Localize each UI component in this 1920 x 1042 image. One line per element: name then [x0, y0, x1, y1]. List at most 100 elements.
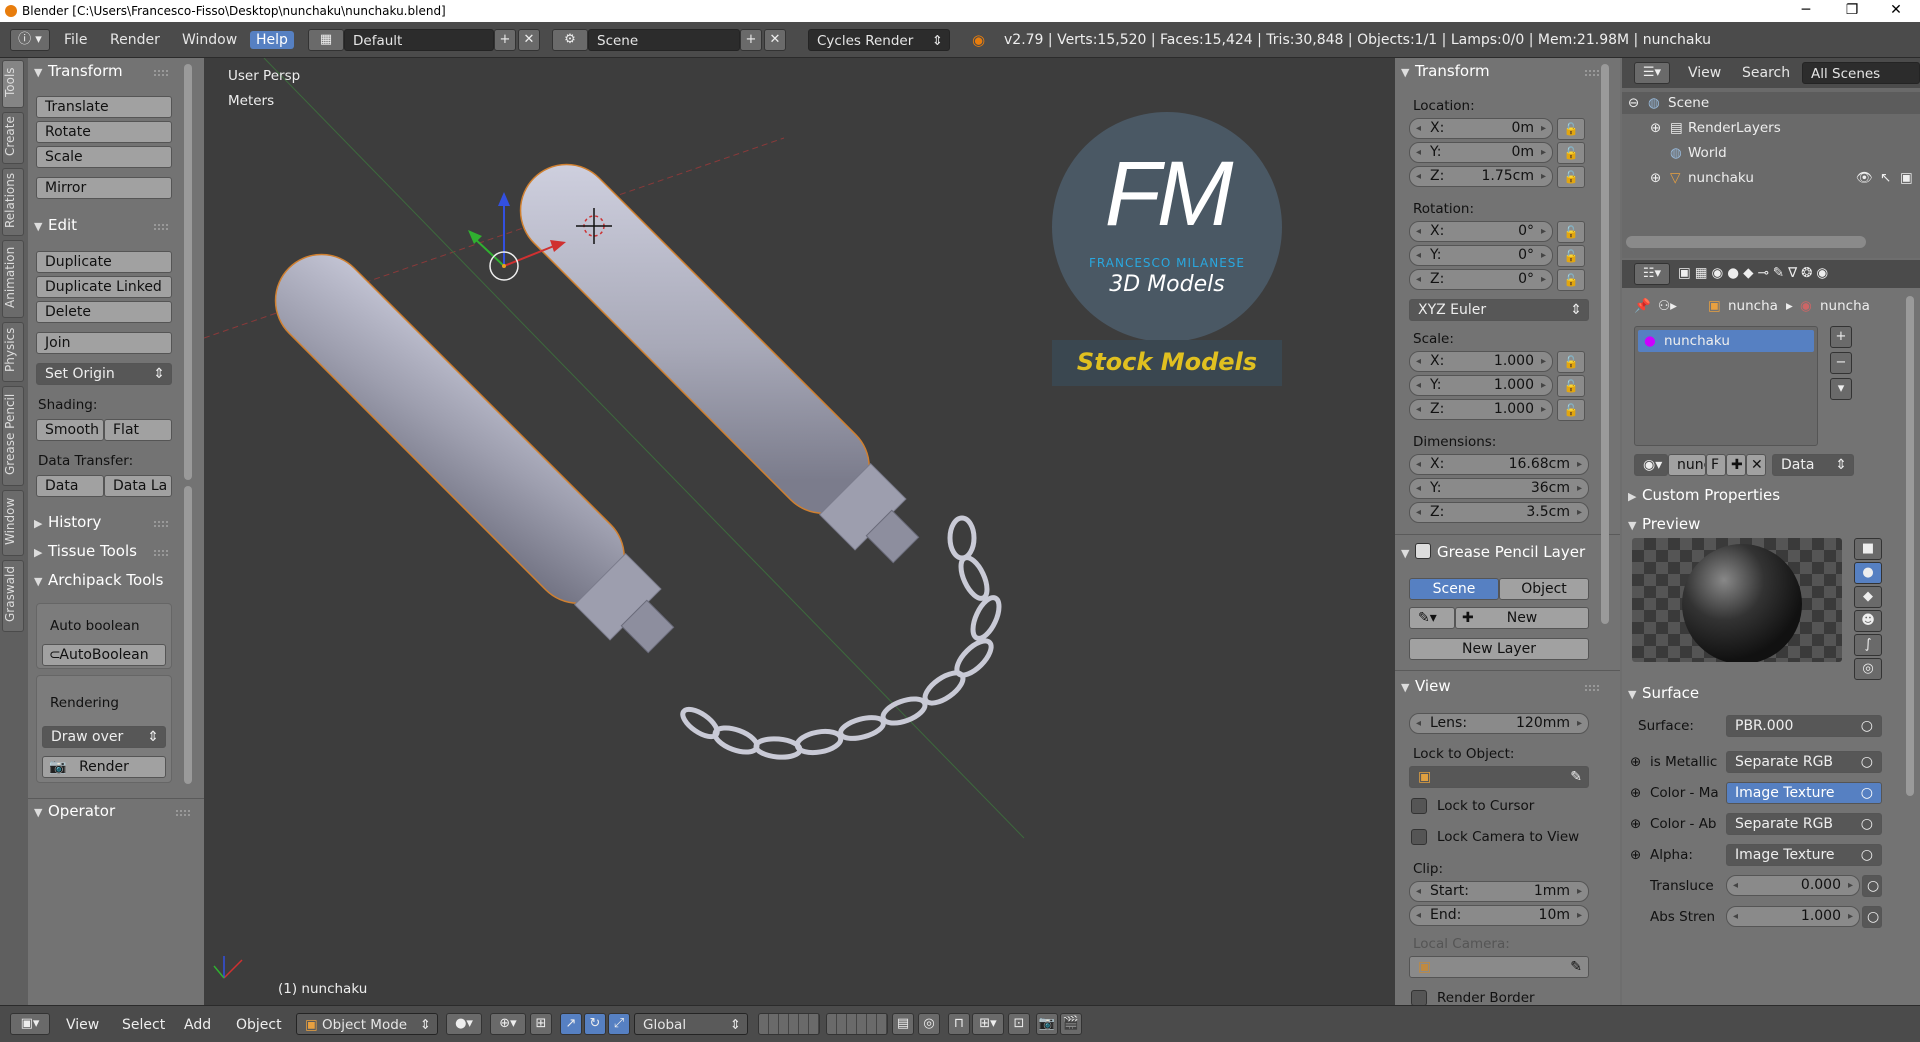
tissue-panel-header[interactable]: ▶ Tissue Tools — [34, 542, 137, 560]
translate-manipulator-icon[interactable]: ↗ — [560, 1013, 582, 1035]
node-socket-icon[interactable]: ○ — [1862, 906, 1882, 928]
location-z-field[interactable]: Z: 1.75cm — [1409, 166, 1553, 187]
outliner-world-label[interactable]: World — [1688, 145, 1727, 161]
clip-start-field[interactable]: Start: 1mm — [1409, 881, 1589, 902]
gp-object-toggle[interactable]: Object — [1499, 578, 1589, 600]
panel-grip-icon[interactable] — [154, 224, 168, 230]
expand-icon[interactable]: ⊕ — [1630, 754, 1641, 770]
breadcrumb-object[interactable]: nuncha — [1728, 298, 1778, 314]
renderable-camera-icon[interactable]: ▣ — [1900, 170, 1913, 186]
add-menu[interactable]: Add — [184, 1017, 211, 1033]
props-context-tabs[interactable]: ▣▦◉●◆⊸✎∇❂◉ — [1678, 265, 1832, 281]
color-metallic-input[interactable]: Image Texture ○ — [1726, 782, 1882, 804]
lock-layers-icon[interactable]: ▤ — [892, 1013, 914, 1035]
lock-to-cursor-checkbox[interactable] — [1411, 798, 1427, 814]
link-data-dropdown[interactable]: Data ⇕ — [1772, 454, 1854, 476]
npanel-scrollbar[interactable] — [1601, 64, 1609, 624]
data-layers-button[interactable]: Data La — [104, 475, 172, 497]
menu-render[interactable]: Render — [104, 31, 166, 49]
view-menu[interactable]: View — [66, 1017, 99, 1033]
viewport-shading-icon[interactable]: ●▾ — [446, 1013, 482, 1035]
data-button[interactable]: Data — [36, 475, 104, 497]
custom-properties-header[interactable]: ▶ Custom Properties — [1628, 486, 1780, 504]
lock-icon[interactable]: 🔓 — [1557, 118, 1585, 140]
lock-icon[interactable]: 🔓 — [1557, 221, 1585, 243]
tab-animation[interactable]: Animation — [2, 240, 24, 318]
outliner-editor-icon[interactable]: ☰▾ — [1634, 62, 1670, 84]
outliner-horizontal-scrollbar[interactable] — [1626, 236, 1866, 248]
menu-file[interactable]: File — [58, 31, 93, 49]
preview-monkey-icon[interactable]: ☻ — [1854, 610, 1882, 632]
outliner-filter-dropdown[interactable]: All Scenes — [1802, 62, 1920, 84]
scene-layers-grid-2[interactable] — [826, 1013, 888, 1035]
3d-viewport[interactable]: User Persp Meters (1) nunchaku FM FRANCE… — [204, 58, 1395, 1005]
dimensions-y-field[interactable]: Y: 36cm — [1409, 478, 1589, 499]
local-camera-field[interactable]: ▣ ✎ — [1409, 956, 1589, 978]
expand-icon[interactable]: ⊕ — [1630, 847, 1641, 863]
tab-grease-pencil[interactable]: Grease Pencil — [2, 386, 24, 486]
scale-x-field[interactable]: X: 1.000 — [1409, 351, 1553, 372]
surface-shader-field[interactable]: PBR.000 ○ — [1726, 715, 1882, 737]
set-origin-dropdown[interactable]: Set Origin ⇕ — [36, 363, 172, 385]
opengl-render-icon[interactable]: 📷 — [1036, 1013, 1058, 1035]
expand-icon[interactable]: ⊕ — [1630, 816, 1641, 832]
duplicate-button[interactable]: Duplicate — [36, 251, 172, 273]
remove-layout-icon[interactable]: ✕ — [518, 29, 540, 51]
breadcrumb-material[interactable]: nuncha — [1820, 298, 1870, 314]
lens-field[interactable]: Lens: 120mm — [1409, 713, 1589, 734]
props-editor-icon[interactable]: ☷▾ — [1634, 263, 1670, 285]
snap-element-icon[interactable]: ⊞▾ — [972, 1013, 1004, 1035]
new-material-icon[interactable]: ✚ — [1726, 454, 1746, 476]
dimensions-z-field[interactable]: Z: 3.5cm — [1409, 502, 1589, 523]
remove-scene-icon[interactable]: ✕ — [764, 29, 786, 51]
toolshelf-scrollbar[interactable] — [184, 64, 192, 480]
grease-pencil-layer-header[interactable]: ▼ Grease Pencil Layer — [1401, 541, 1597, 561]
preview-flat-icon[interactable]: ■ — [1854, 538, 1882, 560]
delete-button[interactable]: Delete — [36, 301, 172, 323]
panel-grip-icon[interactable] — [1585, 70, 1599, 76]
minimize-icon[interactable]: ─ — [1786, 2, 1826, 20]
lock-icon[interactable]: 🔓 — [1557, 375, 1585, 397]
preview-cube-icon[interactable]: ◆ — [1854, 586, 1882, 608]
lock-icon[interactable]: 🔓 — [1557, 269, 1585, 291]
gp-new-button[interactable]: ✚ New — [1455, 607, 1589, 629]
operator-panel-header[interactable]: ▼ Operator — [34, 802, 115, 820]
lock-icon[interactable]: 🔓 — [1557, 142, 1585, 164]
scale-z-field[interactable]: Z: 1.000 — [1409, 399, 1553, 420]
lock-object-field[interactable]: ▣ ✎ — [1409, 766, 1589, 788]
pivot-point-icon[interactable]: ⊕▾ — [490, 1013, 526, 1035]
menu-help[interactable]: Help — [250, 31, 294, 49]
panel-grip-icon[interactable] — [1585, 685, 1599, 691]
location-y-field[interactable]: Y: 0m — [1409, 142, 1553, 163]
tab-window[interactable]: Window — [2, 490, 24, 556]
panel-grip-icon[interactable] — [154, 521, 168, 527]
nunchaku-chain[interactable] — [678, 515, 1004, 760]
pin-icon[interactable]: 📌 — [1634, 298, 1651, 314]
material-name-field[interactable]: nunc — [1668, 454, 1706, 476]
is-metallic-input[interactable]: Separate RGB ○ — [1726, 751, 1882, 773]
duplicate-linked-button[interactable]: Duplicate Linked — [36, 276, 172, 298]
lock-camera-checkbox[interactable] — [1411, 829, 1427, 845]
object-menu[interactable]: Object — [236, 1017, 282, 1033]
panel-grip-icon[interactable] — [154, 550, 168, 556]
mode-dropdown[interactable]: ▣ Object Mode ⇕ — [296, 1013, 438, 1035]
translate-button[interactable]: Translate — [36, 96, 172, 118]
dimensions-x-field[interactable]: X: 16.68cm — [1409, 454, 1589, 475]
props-scrollbar[interactable] — [1906, 296, 1914, 796]
editor-type-icon[interactable]: ▣▾ — [10, 1013, 50, 1035]
outliner-nunchaku-label[interactable]: nunchaku — [1688, 170, 1754, 186]
lock-icon[interactable]: 🔓 — [1557, 245, 1585, 267]
lock-icon[interactable]: 🔓 — [1557, 351, 1585, 373]
node-socket-icon[interactable]: ○ — [1862, 875, 1882, 897]
scene-layers-grid-1[interactable] — [758, 1013, 820, 1035]
select-menu[interactable]: Select — [122, 1017, 165, 1033]
scene-field[interactable]: Scene — [588, 29, 740, 51]
opengl-animation-icon[interactable]: 🎬 — [1060, 1013, 1082, 1035]
rotation-z-field[interactable]: Z: 0° — [1409, 269, 1553, 290]
color-albedo-input[interactable]: Separate RGB ○ — [1726, 813, 1882, 835]
rotation-x-field[interactable]: X: 0° — [1409, 221, 1553, 242]
close-icon[interactable]: ✕ — [1876, 2, 1916, 20]
toolshelf-scrollbar-2[interactable] — [184, 486, 192, 784]
add-layout-icon[interactable]: + — [494, 29, 516, 51]
scale-y-field[interactable]: Y: 1.000 — [1409, 375, 1553, 396]
